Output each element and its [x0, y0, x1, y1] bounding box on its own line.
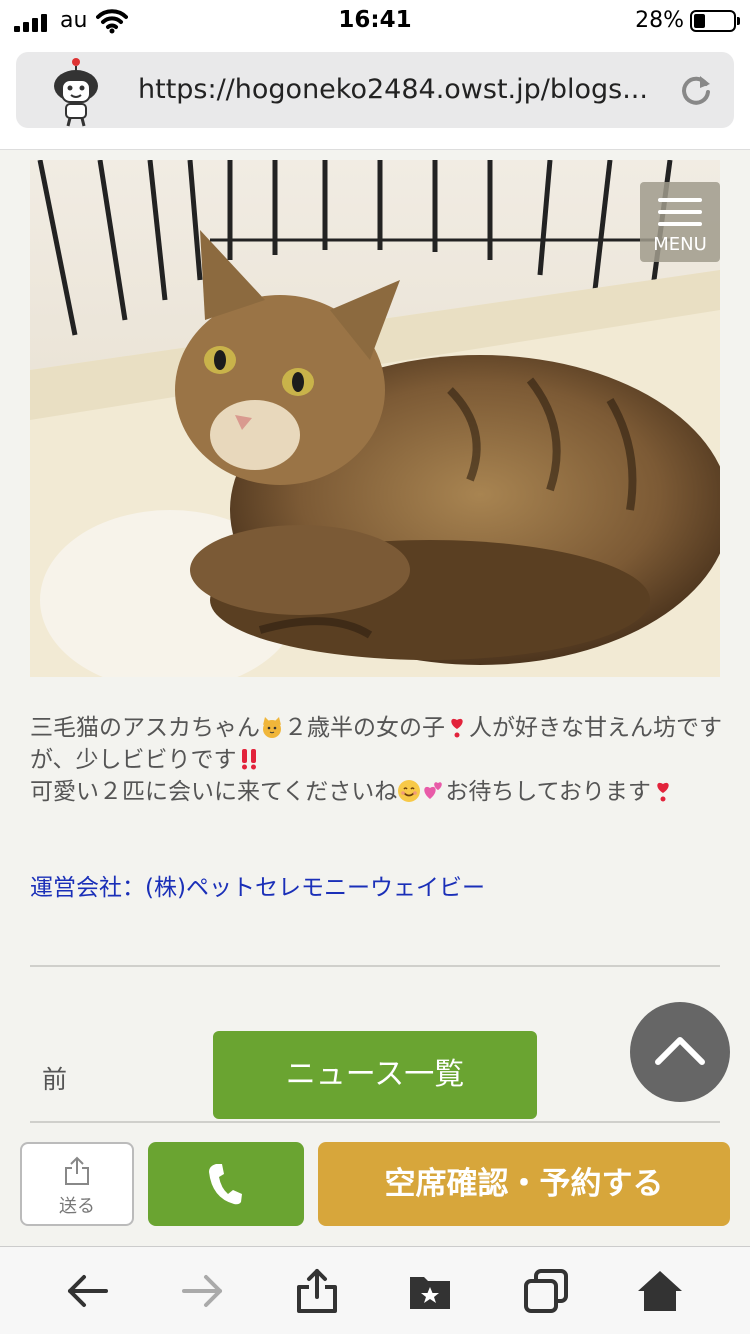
address-bar[interactable]: https://hogoneko2484.owst.jp/blogs...: [16, 52, 734, 128]
prev-post-link[interactable]: 前: [42, 1060, 67, 1096]
battery-icon: [690, 10, 740, 32]
two-hearts-emoji-icon: [424, 782, 443, 799]
status-bar: au 16:41 28%: [0, 0, 750, 44]
post-text-1b: ２歳半の女の子: [284, 715, 445, 741]
tabs-icon[interactable]: [522, 1267, 570, 1315]
chevron-up-icon: [655, 1037, 705, 1065]
post-text-1a: 三毛猫のアスカちゃん: [30, 715, 260, 741]
smiling-face-emoji-icon: [398, 780, 421, 802]
double-exclamation-emoji-icon: [241, 749, 256, 770]
reserve-button[interactable]: 空席確認・予約する: [318, 1142, 730, 1226]
menu-label: MENU: [653, 234, 707, 255]
share-icon: [65, 1156, 89, 1185]
menu-button[interactable]: MENU: [640, 182, 720, 262]
site-mascot-icon: [54, 58, 98, 127]
cat-face-emoji-icon: [263, 717, 281, 738]
scroll-to-top-button[interactable]: [630, 1002, 730, 1102]
browser-toolbar: [0, 1246, 750, 1334]
divider: [30, 1121, 720, 1123]
home-icon[interactable]: [636, 1267, 684, 1315]
send-button[interactable]: 送る: [20, 1142, 134, 1226]
forward-arrow-icon[interactable]: [178, 1267, 226, 1315]
company-link[interactable]: 運営会社：(株)ペットセレモニーウェイビー: [30, 868, 485, 902]
cat-photo: [30, 160, 720, 677]
divider: [30, 965, 720, 967]
heart-exclamation-emoji-icon: [657, 782, 669, 802]
post-text-2b: お待ちしております: [445, 779, 651, 805]
url-text: https://hogoneko2484.owst.jp/blogs...: [138, 74, 648, 105]
cat-photo-illustration: [30, 160, 720, 677]
send-label: 送る: [59, 1196, 95, 1217]
battery-percent: 28%: [635, 8, 684, 33]
call-button[interactable]: [148, 1142, 304, 1226]
news-list-button[interactable]: ニュース一覧: [213, 1031, 537, 1119]
reload-icon[interactable]: [678, 72, 714, 108]
post-text-2a: 可愛い２匹に会いに来てくださいね: [30, 779, 398, 805]
battery-level: [694, 14, 705, 28]
heart-exclamation-emoji-icon: [451, 718, 463, 738]
bookmarks-icon[interactable]: [406, 1267, 454, 1315]
post-body: 三毛猫のアスカちゃん ２歳半の女の子 人が好きな甘えん坊ですが、少しビビりです 可愛…: [30, 712, 725, 808]
browser-address-area: https://hogoneko2484.owst.jp/blogs...: [0, 44, 750, 150]
share-icon[interactable]: [293, 1267, 341, 1315]
back-arrow-icon[interactable]: [64, 1267, 112, 1315]
phone-icon: [209, 1164, 242, 1205]
